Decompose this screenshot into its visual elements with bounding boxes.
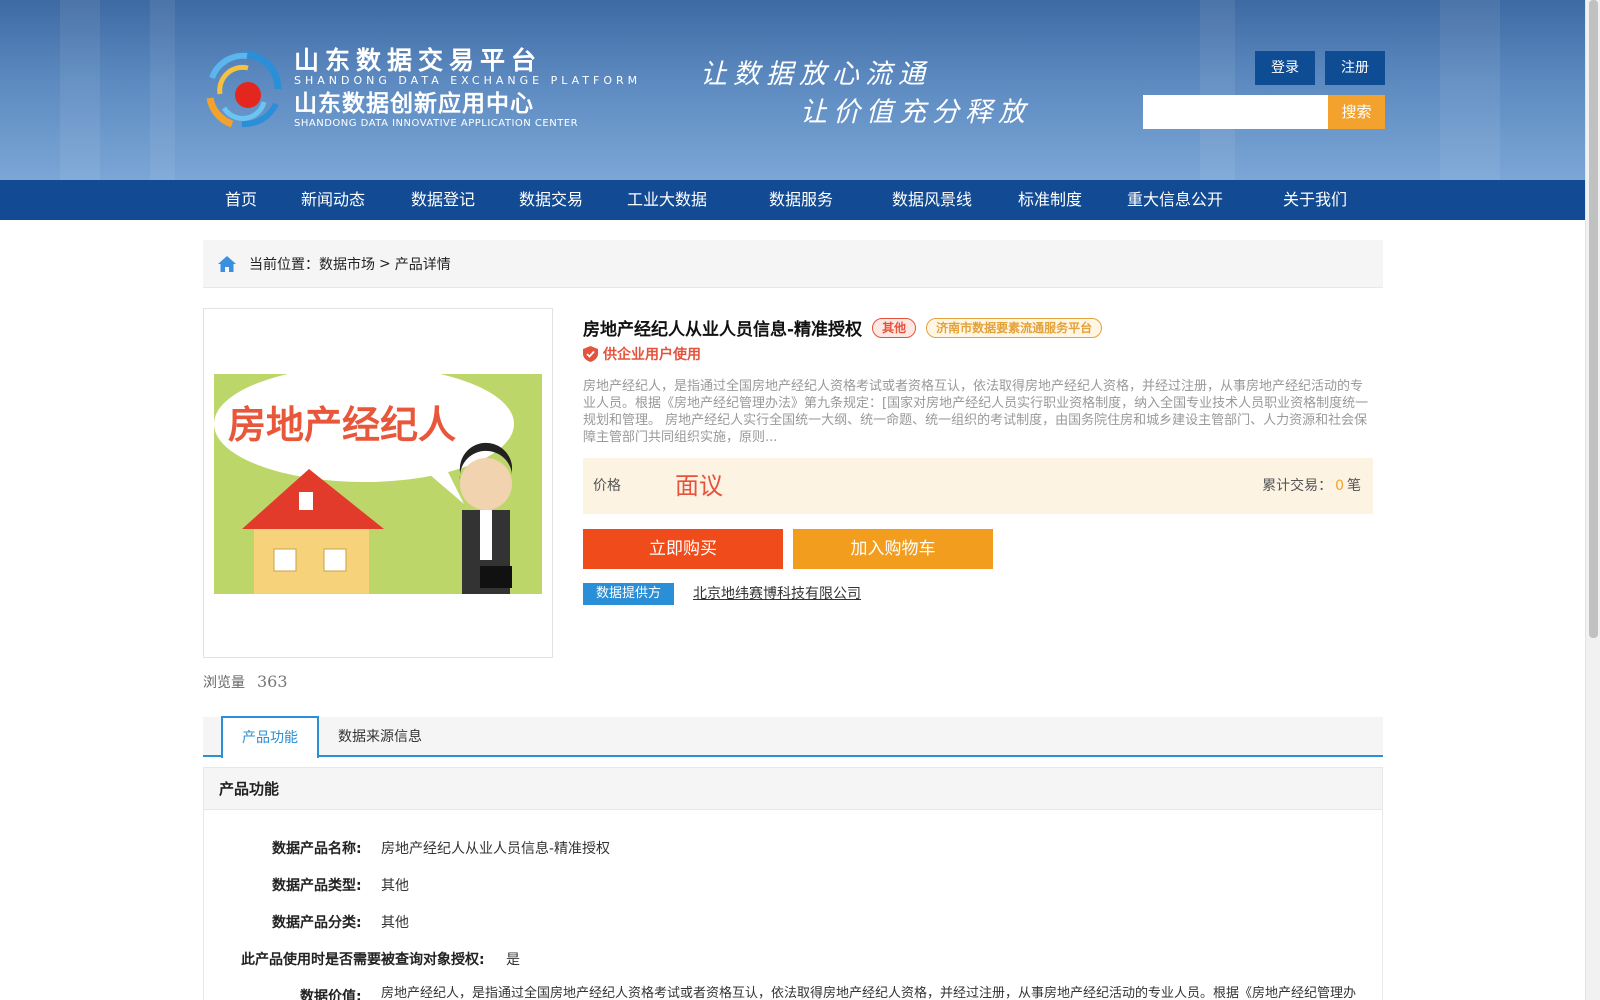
- view-count: 浏览量 363: [203, 672, 288, 692]
- nav-item-standards[interactable]: 标准制度: [1018, 180, 1082, 220]
- product-image: 房地产经纪人: [214, 374, 542, 594]
- nav-item-disclosure[interactable]: 重大信息公开: [1127, 180, 1223, 220]
- register-button[interactable]: 注册: [1325, 51, 1385, 85]
- site-header: 山东数据交易平台 SHANDONG DATA EXCHANGE PLATFORM…: [0, 0, 1585, 180]
- buy-now-button[interactable]: 立即购买: [583, 529, 783, 569]
- field-value: 房地产经纪人，是指通过全国房地产经纪人资格考试或者资格互认，依法取得房地产经纪人…: [381, 986, 1357, 1000]
- nav-item-data-registration[interactable]: 数据登记: [411, 180, 475, 220]
- usage-note: 供企业用户使用: [583, 344, 701, 364]
- trade-count-value: 0: [1335, 478, 1344, 494]
- field-value: 房地产经纪人从业人员信息-精准授权: [381, 841, 611, 857]
- logo-emblem-icon: [202, 48, 284, 130]
- views-label: 浏览量: [203, 675, 245, 691]
- scrollbar-thumb[interactable]: [1589, 0, 1598, 638]
- nav-item-news[interactable]: 新闻动态: [301, 180, 365, 220]
- trade-unit: 笔: [1347, 478, 1361, 494]
- site-logo[interactable]: 山东数据交易平台 SHANDONG DATA EXCHANGE PLATFORM…: [202, 47, 641, 130]
- nav-item-data-services[interactable]: 数据服务: [769, 180, 833, 220]
- section-title: 产品功能: [204, 768, 1382, 810]
- shield-check-icon: [583, 346, 598, 362]
- search-button[interactable]: 搜索: [1328, 95, 1385, 129]
- product-image-box: 房地产经纪人: [203, 308, 553, 658]
- add-to-cart-button[interactable]: 加入购物车: [793, 529, 993, 569]
- provider-link[interactable]: 北京地纬赛博科技有限公司: [693, 583, 861, 605]
- image-label-text: 房地产经纪人: [228, 403, 456, 447]
- page-scrollbar[interactable]: [1585, 0, 1600, 1000]
- field-value: 其他: [381, 878, 409, 894]
- field-label: 此产品使用时是否需要被查询对象授权:: [241, 952, 485, 968]
- field-label: 数据产品类型:: [272, 878, 362, 894]
- breadcrumb-link-market[interactable]: 数据市场: [319, 254, 375, 274]
- logo-subtitle-en: SHANDONG DATA INNOVATIVE APPLICATION CEN…: [294, 118, 579, 129]
- logo-subtitle: 山东数据创新应用中心: [294, 91, 534, 117]
- slogan-line-1: 让数据放心流通: [700, 59, 931, 90]
- views-value: 363: [257, 672, 288, 691]
- breadcrumb: 当前位置： 数据市场 > 产品详情: [203, 240, 1383, 288]
- platform-tag[interactable]: 济南市数据要素流通服务平台: [926, 317, 1103, 338]
- field-value: 其他: [381, 915, 409, 931]
- header-decoration: [60, 0, 100, 180]
- logo-title-en: SHANDONG DATA EXCHANGE PLATFORM: [294, 74, 642, 87]
- header-decoration: [1440, 0, 1500, 180]
- trade-count: 累计交易： 0 笔: [1262, 458, 1361, 514]
- nav-item-data-scenery[interactable]: 数据风景线: [892, 180, 972, 220]
- field-label: 数据产品分类:: [272, 915, 362, 931]
- field-label: 数据价值:: [300, 989, 362, 1000]
- breadcrumb-separator: >: [379, 255, 391, 272]
- product-description: 房地产经纪人，是指通过全国房地产经纪人资格考试或者资格互认，依法取得房地产经纪人…: [583, 379, 1369, 445]
- category-tag: 其他: [872, 317, 917, 338]
- field-label: 数据产品名称:: [272, 841, 362, 857]
- field-value: 是: [506, 952, 520, 968]
- nav-item-data-trading[interactable]: 数据交易: [519, 180, 583, 220]
- detail-tabs: 产品功能 数据来源信息: [203, 716, 1383, 758]
- header-decoration: [1200, 0, 1235, 180]
- nav-item-industrial-big-data[interactable]: 工业大数据: [627, 180, 707, 220]
- provider-label: 数据提供方: [583, 583, 674, 605]
- usage-text: 供企业用户使用: [603, 347, 701, 363]
- header-decoration: [150, 0, 175, 180]
- price-label: 价格: [593, 478, 621, 494]
- tab-product-function[interactable]: 产品功能: [221, 716, 319, 758]
- main-nav: 首页 新闻动态 数据登记 数据交易 工业大数据 数据服务 数据风景线 标准制度 …: [0, 180, 1585, 220]
- breadcrumb-prefix: 当前位置：: [249, 256, 319, 273]
- product-title-row: 房地产经纪人从业人员信息-精准授权 其他 济南市数据要素流通服务平台: [583, 315, 1103, 340]
- slogan-line-2: 让价值充分释放: [800, 97, 1031, 128]
- product-function-panel: 产品功能 数据产品名称: 房地产经纪人从业人员信息-精准授权 数据产品类型: 其…: [203, 767, 1383, 1000]
- search-input[interactable]: [1143, 95, 1328, 129]
- price-box: 价格 面议 累计交易： 0 笔: [583, 458, 1373, 514]
- breadcrumb-current: 产品详情: [394, 256, 451, 273]
- login-button[interactable]: 登录: [1255, 51, 1315, 85]
- nav-item-home[interactable]: 首页: [225, 180, 257, 220]
- logo-title: 山东数据交易平台: [294, 46, 543, 75]
- product-title: 房地产经纪人从业人员信息-精准授权: [583, 320, 863, 340]
- trade-label: 累计交易：: [1262, 478, 1333, 494]
- tab-data-source[interactable]: 数据来源信息: [338, 717, 422, 757]
- home-icon[interactable]: [217, 255, 237, 273]
- price-value: 面议: [675, 472, 723, 500]
- nav-item-about[interactable]: 关于我们: [1283, 180, 1347, 220]
